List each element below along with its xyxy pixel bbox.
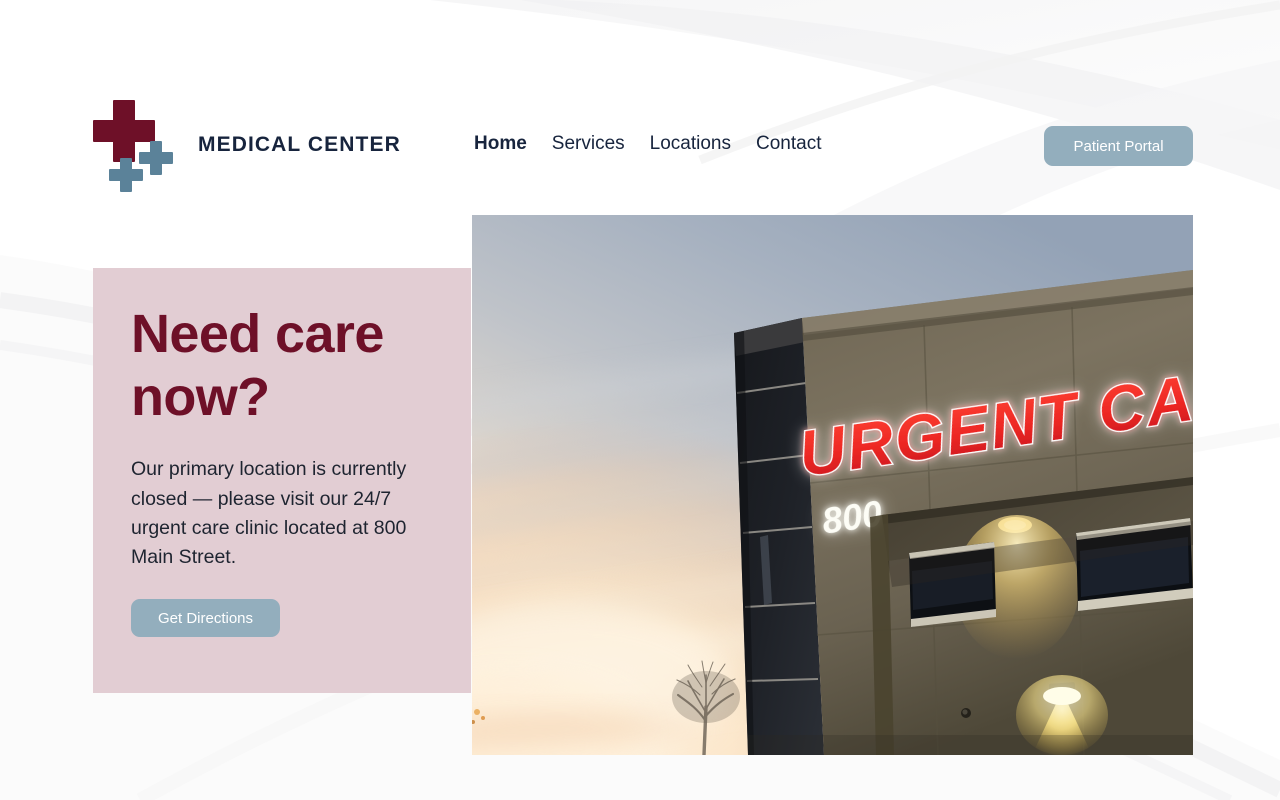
- brand-logo[interactable]: MEDICAL CENTER: [93, 100, 401, 192]
- get-directions-button[interactable]: Get Directions: [131, 599, 280, 638]
- hero-description: Our primary location is currently closed…: [131, 458, 407, 569]
- patient-portal-button[interactable]: Patient Portal: [1044, 126, 1193, 166]
- hero-image-urgent-care-building: URGENT CARE URGENT CARE 800 800: [472, 215, 1193, 755]
- hero-card: Need care now? Our primary location is c…: [93, 268, 471, 693]
- nav-item-services[interactable]: Services: [552, 133, 625, 155]
- nav-item-home[interactable]: Home: [474, 133, 527, 155]
- brand-name: MEDICAL CENTER: [198, 133, 401, 156]
- cross-accent-bottom-icon: [109, 158, 143, 192]
- cross-accent-right-icon: [139, 141, 173, 175]
- main-navigation: Home Services Locations Contact: [474, 133, 821, 155]
- nav-item-contact[interactable]: Contact: [756, 133, 821, 155]
- nav-item-locations[interactable]: Locations: [650, 133, 731, 155]
- site-header: MEDICAL CENTER Home Services Locations C…: [0, 0, 1280, 215]
- medical-cross-icon: [93, 100, 175, 192]
- hero-title: Need care now?: [131, 304, 384, 428]
- urgent-care-photo: URGENT CARE URGENT CARE 800 800: [472, 215, 1193, 755]
